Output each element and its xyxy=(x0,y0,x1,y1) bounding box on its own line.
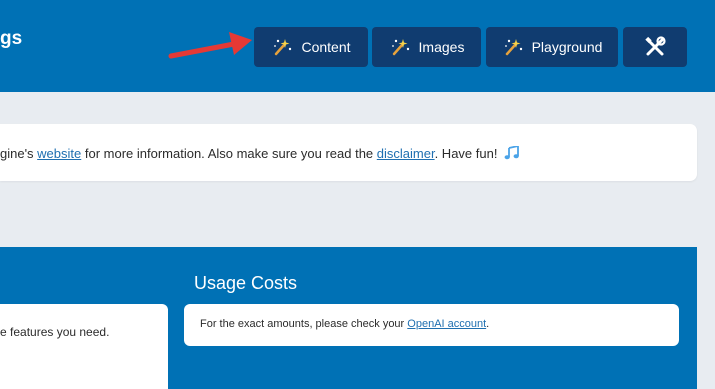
images-button[interactable]: Images xyxy=(372,27,481,67)
tools-button[interactable] xyxy=(623,27,687,67)
playground-button-label: Playground xyxy=(531,39,603,55)
content-button-label: Content xyxy=(301,39,351,55)
red-arrow-annotation xyxy=(168,32,252,59)
top-header: gs Content Images Playground xyxy=(0,0,715,92)
notice-suffix: . Have fun! xyxy=(434,146,498,161)
music-note-icon xyxy=(504,146,519,160)
magic-wand-icon xyxy=(391,39,409,56)
features-card-text: e features you need. xyxy=(0,325,110,339)
content-button[interactable]: Content xyxy=(254,27,368,67)
openai-account-link[interactable]: OpenAI account xyxy=(407,318,486,330)
info-notice-card: gine's website for more information. Als… xyxy=(0,124,697,181)
notice-middle: for more information. Also make sure you… xyxy=(81,146,377,161)
usage-costs-text: For the exact amounts, please check your… xyxy=(200,318,489,330)
images-button-label: Images xyxy=(418,39,465,55)
magic-wand-icon xyxy=(504,39,522,56)
features-card: e features you need. xyxy=(0,304,168,389)
page-title: gs xyxy=(0,28,23,49)
disclaimer-link[interactable]: disclaimer xyxy=(377,146,435,161)
tools-icon xyxy=(645,36,666,56)
usage-text-suffix: . xyxy=(486,318,490,330)
playground-button[interactable]: Playground xyxy=(486,27,618,67)
notice-text: gine's website for more information. Als… xyxy=(0,146,520,161)
magic-wand-icon xyxy=(274,39,292,56)
usage-text-prefix: For the exact amounts, please check your xyxy=(200,318,408,330)
website-link[interactable]: website xyxy=(37,146,81,161)
usage-costs-title: Usage Costs xyxy=(194,273,298,293)
notice-prefix: gine's xyxy=(0,146,38,161)
usage-costs-card: For the exact amounts, please check your… xyxy=(184,304,679,346)
